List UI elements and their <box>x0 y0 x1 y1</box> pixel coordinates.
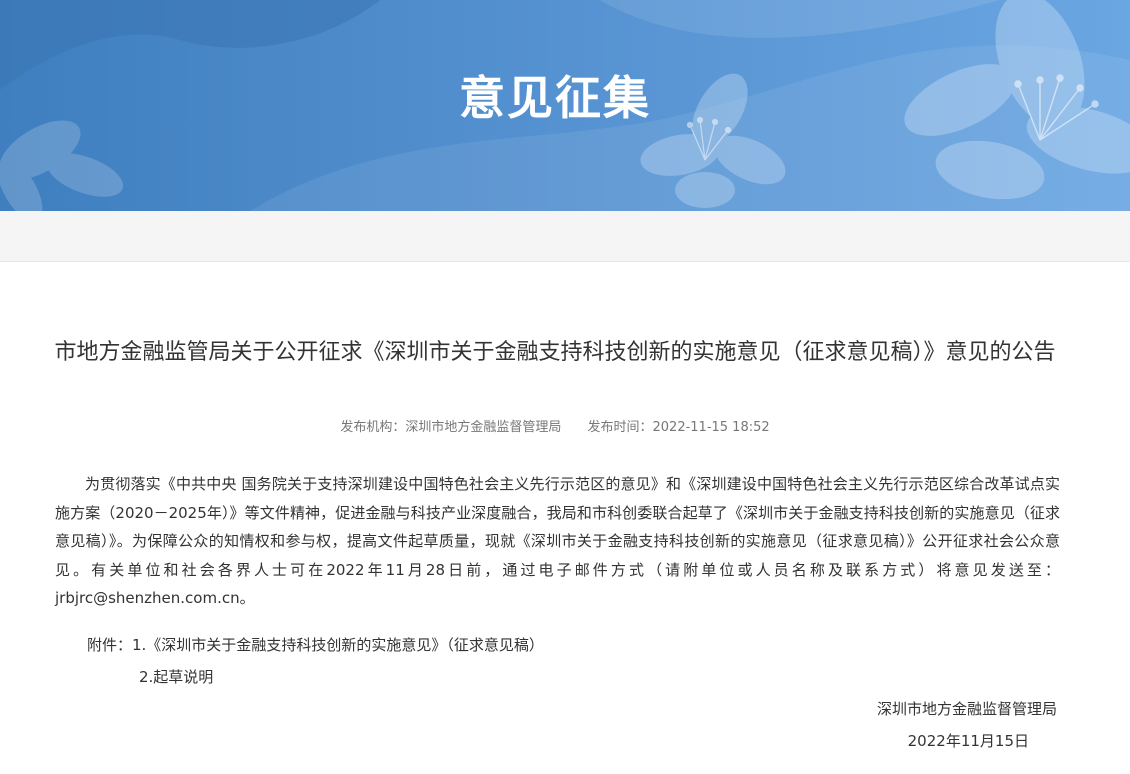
sub-navigation-bar <box>0 211 1130 262</box>
attachment-1: 附件：1.《深圳市关于金融支持科技创新的实施意见》（征求意见稿） <box>87 636 544 654</box>
article-meta: 发布机构：深圳市地方金融监督管理局 发布时间：2022-11-15 18:52 <box>0 418 1110 438</box>
signature-organization: 深圳市地方金融监督管理局 <box>876 700 1057 718</box>
body-paragraph: 为贯彻落实《中共中央 国务院关于支持深圳建设中国特色社会主义先行示范区的意见》和… <box>55 475 1060 607</box>
banner: 意见征集 <box>0 0 1130 211</box>
article-title: 市地方金融监管局关于公开征求《深圳市关于金融支持科技创新的实施意见（征求意见稿）… <box>54 340 1056 365</box>
signature-date: 2022年11月15日 <box>907 732 1029 750</box>
publish-time: 发布时间：2022-11-15 18:52 <box>587 420 770 435</box>
attachment-2: 2.起草说明 <box>139 668 214 686</box>
publisher-label: 发布机构：深圳市地方金融监督管理局 <box>340 420 562 435</box>
article-body: 为贯彻落实《中共中央 国务院关于支持深圳建设中国特色社会主义先行示范区的意见》和… <box>55 470 1060 613</box>
banner-title: 意见征集 <box>459 71 651 125</box>
